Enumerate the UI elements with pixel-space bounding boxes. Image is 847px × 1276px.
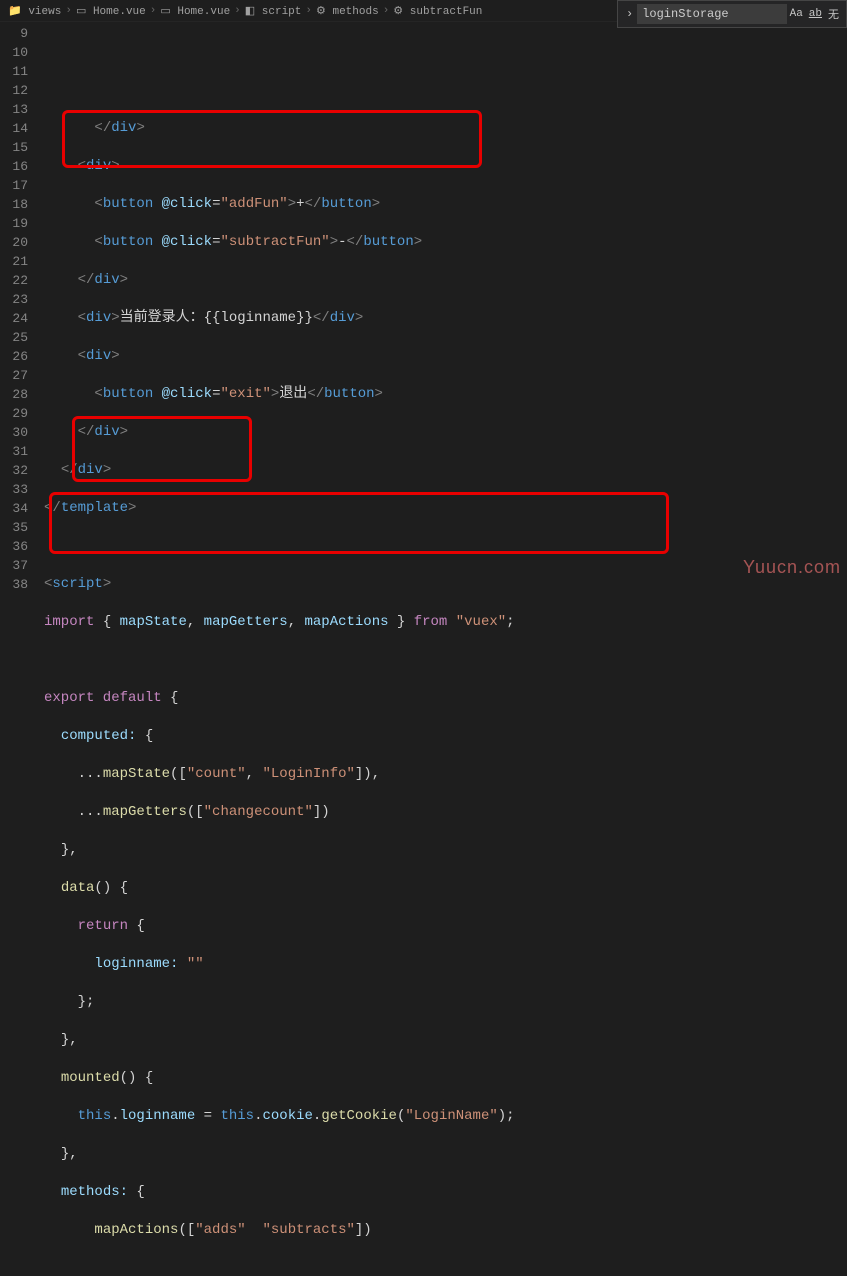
breadcrumb-item[interactable]: ▭ Home.vue: [160, 4, 230, 18]
watermark: Yuucn.com: [743, 557, 841, 578]
code-editor[interactable]: 910111213 1415161718 1920212223 24252627…: [0, 22, 847, 638]
chevron-right-icon: ›: [150, 5, 157, 17]
chevron-right-icon: ›: [305, 5, 312, 17]
breadcrumb-item[interactable]: ⚙ methods: [316, 4, 379, 18]
chevron-right-icon: ›: [383, 5, 390, 17]
search-input[interactable]: [637, 4, 786, 24]
code-content[interactable]: </div> <div> <button @click="addFun">+</…: [44, 22, 847, 638]
breadcrumb-item[interactable]: ▭ Home.vue: [76, 4, 146, 18]
breadcrumb-item[interactable]: ◧ script: [245, 4, 302, 18]
whole-word-button[interactable]: ab: [806, 8, 825, 20]
chevron-right-icon: ›: [65, 5, 72, 17]
chevron-right-icon[interactable]: ›: [622, 7, 637, 21]
line-number-gutter: 910111213 1415161718 1920212223 24252627…: [0, 22, 44, 638]
no-results-label: 无: [825, 6, 842, 22]
match-case-button[interactable]: Aa: [787, 8, 806, 20]
chevron-right-icon: ›: [234, 5, 241, 17]
breadcrumb-item[interactable]: 📁 views: [8, 4, 61, 18]
find-widget[interactable]: › Aa ab 无: [617, 0, 847, 28]
breadcrumb-item[interactable]: ⚙ subtractFun: [393, 4, 482, 18]
